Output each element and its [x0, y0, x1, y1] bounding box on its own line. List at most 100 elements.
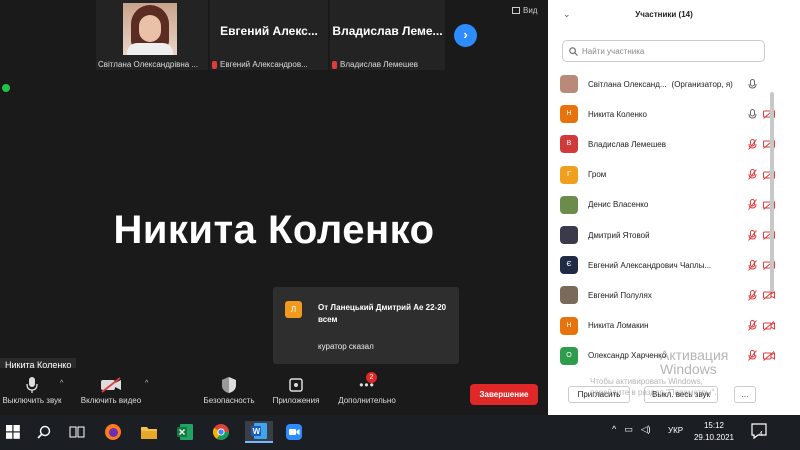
next-page-button[interactable]: ›	[454, 24, 477, 47]
muted-mic-icon	[332, 60, 337, 69]
participant-row[interactable]: Н Никита Ломакин	[560, 316, 775, 336]
end-meeting-button[interactable]: Завершение	[470, 384, 538, 405]
meeting-area: Світлана Олександрівна ... Евгений Алекс…	[0, 0, 548, 415]
thumbnail-label: Світлана Олександрівна ...	[98, 60, 198, 69]
chevron-up-icon[interactable]: ^	[612, 424, 616, 435]
participant-name: Евгений Александрович Чаплы...	[588, 261, 744, 270]
start-video-button[interactable]: Включить видео	[74, 374, 148, 405]
muted-mic-icon	[212, 60, 217, 69]
participant-avatar: Є	[560, 256, 578, 275]
thumbnail-label: Евгений Александров...	[212, 60, 308, 69]
thumbnail-title: Евгений Алекс...	[220, 24, 318, 38]
video-options-caret-icon[interactable]: ^	[145, 380, 148, 387]
participant-role: (Организатор, я)	[671, 79, 733, 89]
muted-microphone-icon[interactable]	[748, 320, 757, 331]
muted-microphone-icon[interactable]	[748, 289, 757, 301]
participant-name: Никита Ломакин	[588, 321, 744, 330]
muted-microphone-icon[interactable]	[748, 169, 757, 180]
more-label: Дополнительно	[338, 396, 396, 405]
volume-icon[interactable]: ◁)	[641, 424, 651, 435]
participant-avatar: В	[560, 135, 578, 154]
mute-button[interactable]: Выключить звук	[0, 374, 64, 405]
participant-name-text: Евгений Полулях	[588, 290, 652, 300]
network-icon[interactable]: ▭	[624, 424, 633, 435]
participant-name: Гром	[588, 170, 744, 179]
muted-microphone-icon[interactable]	[748, 138, 757, 150]
active-speaker-name: Никита Коленко	[113, 208, 435, 252]
participant-avatar: Н	[560, 316, 578, 335]
chat-sender: От Ланецький Дмитрий Ае 22-20 всем	[318, 303, 447, 324]
video-off-icon[interactable]	[763, 350, 775, 361]
microphone-icon	[0, 374, 64, 396]
video-off-icon[interactable]	[763, 290, 775, 301]
taskbar-firefox[interactable]	[102, 421, 124, 443]
more-button[interactable]: ••• 2 Дополнительно	[332, 372, 402, 405]
video-off-icon[interactable]	[763, 320, 775, 331]
task-view-button[interactable]	[66, 421, 88, 443]
participant-row[interactable]: Денис Власенко	[560, 195, 775, 215]
search-input[interactable]	[582, 46, 752, 56]
search-icon	[37, 425, 51, 439]
participant-name: Дмитрий Ятовой	[588, 231, 744, 240]
mute-options-caret-icon[interactable]: ^	[60, 380, 63, 387]
search-taskbar-button[interactable]	[33, 421, 55, 443]
participants-scrollbar[interactable]	[770, 92, 774, 292]
chat-sender-avatar: Л	[285, 301, 302, 318]
participant-status-icons	[748, 78, 775, 90]
search-box[interactable]	[562, 40, 765, 62]
muted-microphone-icon[interactable]	[748, 259, 757, 271]
folder-icon	[141, 426, 157, 439]
thumbnail-name: Евгений Александров...	[220, 60, 308, 69]
participant-name-text: Евгений Александрович Чаплы...	[588, 260, 712, 270]
participant-row[interactable]: Дмитрий Ятовой	[560, 225, 775, 245]
taskbar-chrome[interactable]	[210, 421, 232, 443]
security-label: Безопасность	[203, 396, 255, 405]
participant-name: Никита Коленко	[588, 110, 744, 119]
microphone-icon[interactable]	[748, 108, 757, 120]
notifications-button[interactable]: 4	[750, 422, 770, 442]
muted-microphone-icon[interactable]	[748, 199, 757, 211]
muted-microphone-icon[interactable]	[748, 229, 757, 241]
recording-status-dot	[2, 84, 10, 92]
thumbnail-name: Світлана Олександрівна ...	[98, 60, 199, 69]
participant-row[interactable]: Г Гром	[560, 165, 775, 185]
thumbnail-vladislav[interactable]: Владислав Леме... Владислав Лемешев	[330, 0, 445, 70]
chrome-icon	[213, 424, 229, 440]
clock-time: 15:12	[703, 421, 725, 430]
more-dots-icon: ••• 2	[332, 372, 402, 396]
microphone-icon[interactable]	[748, 78, 757, 90]
chat-notification[interactable]: Л От Ланецький Дмитрий Ае 22-20 всем кур…	[273, 287, 459, 364]
participant-row[interactable]: Світлана Олександ... (Организатор, я)	[560, 74, 775, 94]
participant-row[interactable]: В Владислав Лемешев	[560, 134, 775, 154]
security-button[interactable]: Безопасность	[198, 374, 260, 405]
mute-label: Выключить звук	[2, 396, 62, 405]
more-badge: 2	[366, 372, 377, 383]
zoom-app-icon	[286, 424, 302, 440]
apps-label: Приложения	[272, 396, 320, 405]
apps-button[interactable]: Приложения	[266, 374, 326, 405]
clock-date: 29.10.2021	[693, 433, 735, 442]
view-button[interactable]: Вид	[512, 6, 537, 15]
view-label: Вид	[523, 6, 538, 15]
thumbnail-title: Владислав Леме...	[332, 24, 443, 38]
svg-text:W: W	[253, 427, 261, 436]
participant-name-text: Світлана Олександ...	[588, 79, 667, 89]
language-indicator[interactable]: УКР	[668, 426, 683, 435]
taskbar-zoom[interactable]	[283, 421, 305, 443]
search-icon	[569, 46, 578, 56]
participant-row[interactable]: Є Евгений Александрович Чаплы...	[560, 255, 775, 275]
participant-row[interactable]: Н Никита Коленко	[560, 104, 775, 124]
participant-avatar: Н	[560, 105, 578, 124]
taskbar-clock[interactable]: 15:12 29.10.2021	[690, 420, 738, 444]
thumbnail-evgeniy[interactable]: Евгений Алекс... Евгений Александров...	[210, 0, 328, 70]
taskbar-word[interactable]: W	[245, 421, 273, 443]
start-button[interactable]	[2, 421, 24, 443]
participant-name-text: Денис Власенко	[588, 200, 649, 210]
excel-icon	[177, 424, 193, 440]
apps-icon	[266, 374, 326, 396]
taskbar-explorer[interactable]	[138, 421, 160, 443]
thumbnail-svetlana[interactable]: Світлана Олександрівна ...	[96, 0, 208, 70]
taskbar-excel[interactable]	[174, 421, 196, 443]
participant-avatar	[560, 286, 578, 305]
participant-row[interactable]: Евгений Полулях	[560, 285, 775, 305]
